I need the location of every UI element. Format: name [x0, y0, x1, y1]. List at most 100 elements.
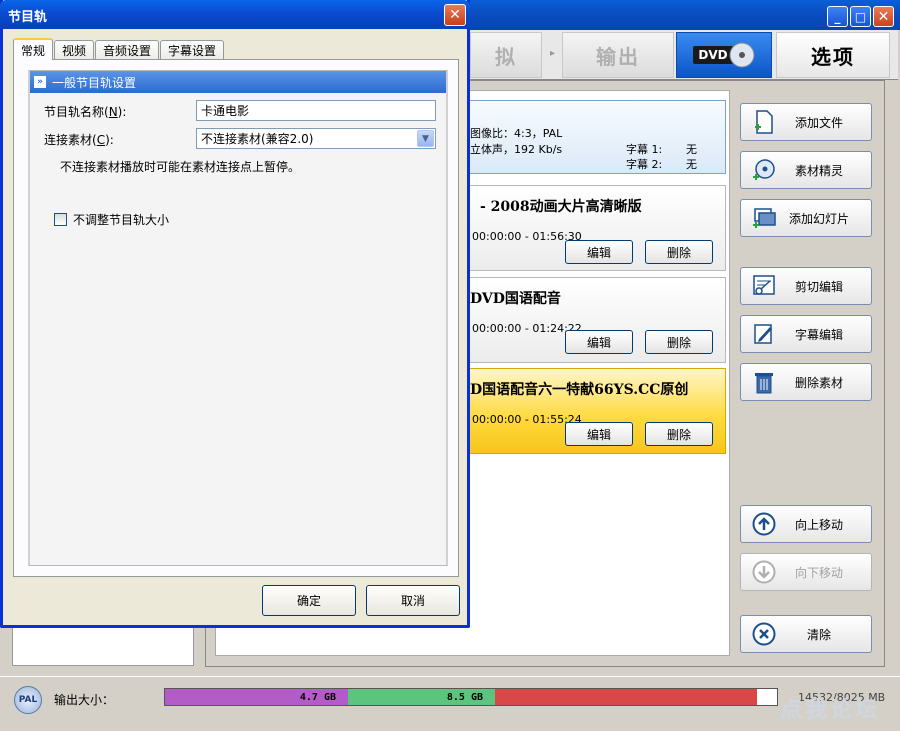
move-up-button[interactable]: 向上移动 — [740, 505, 872, 543]
connect-label-key: C — [96, 133, 106, 147]
aspect-info: 图像比：4:3，PAL — [470, 127, 563, 140]
subtitle1-label: 字幕 1: — [626, 143, 663, 156]
tab-video[interactable]: 视频 — [54, 40, 95, 60]
cut-edit-label: 剪切编辑 — [794, 279, 843, 294]
dialog-tab-page: » 一般节目轨设置 节目轨名称(N): 卡通电影 连接素材(C): 不连接素材(… — [13, 59, 459, 577]
tab-dvd-label: DVD — [693, 46, 733, 64]
size-segment-1-label: 4.7 GB — [299, 691, 336, 703]
minimize-icon: _ — [834, 9, 841, 24]
connect-material-select[interactable]: 不连接素材(兼容2.0) ▼ — [196, 128, 436, 149]
ok-button[interactable]: 确定 — [262, 585, 356, 616]
dvd-icon: DVD — [693, 42, 755, 68]
delete-material-button[interactable]: 删除素材 — [740, 363, 872, 401]
track-item-selected[interactable]: D国语配音六一特献66YS.CC原创 00:00:00 - 01:55:24 编… — [470, 368, 726, 454]
clear-x-icon — [751, 621, 777, 647]
track-item[interactable]: - 2008动画大片高清晰版 00:00:00 - 01:56:30 编辑 删除 — [470, 185, 726, 271]
connect-label-pre: 连接素材( — [44, 133, 97, 147]
tab-general[interactable]: 常规 — [13, 38, 54, 60]
size-segment-2-label: 8.5 GB — [446, 691, 483, 703]
tab-output-label: 输出 — [596, 44, 640, 69]
pencil-document-icon — [751, 321, 777, 347]
add-file-label: 添加文件 — [794, 115, 843, 130]
track-delete-button[interactable]: 删除 — [645, 422, 713, 446]
subtitle-edit-button[interactable]: 字幕编辑 — [740, 315, 872, 353]
track-edit-button[interactable]: 编辑 — [565, 330, 633, 354]
size-segment-2: 8.5 GB — [348, 689, 495, 705]
no-resize-checkbox-row[interactable]: 不调整节目轨大小 — [54, 211, 169, 228]
material-wizard-label: 素材精灵 — [794, 163, 843, 178]
track-name-input[interactable]: 卡通电影 — [196, 100, 436, 121]
dialog-close-button[interactable]: ✕ — [444, 4, 466, 26]
subtitle-edit-label: 字幕编辑 — [794, 327, 843, 342]
add-file-icon — [751, 109, 777, 135]
minimize-button[interactable]: _ — [827, 6, 848, 27]
slideshow-icon — [751, 205, 777, 231]
close-icon: ✕ — [877, 8, 890, 25]
clear-button[interactable]: 清除 — [740, 615, 872, 653]
connect-label-post: ): — [105, 133, 114, 147]
tab-subtitle-settings[interactable]: 字幕设置 — [160, 40, 225, 60]
close-icon: ✕ — [449, 7, 461, 23]
track-name-label: 节目轨名称(N): — [44, 103, 126, 120]
subtitle1-value: 无 — [686, 143, 697, 156]
chevron-down-icon[interactable]: ▼ — [417, 130, 434, 147]
tab-simulate-label: 拟 — [495, 44, 517, 69]
tab-audio-settings[interactable]: 音频设置 — [95, 40, 160, 60]
track-title: DVD国语配音 — [470, 291, 561, 307]
track-item[interactable]: DVD国语配音 00:00:00 - 01:24:22 编辑 删除 — [470, 277, 726, 363]
tab-simulate[interactable]: 拟 — [470, 32, 542, 78]
track-delete-button[interactable]: 删除 — [645, 240, 713, 264]
add-slideshow-button[interactable]: 添加幻灯片 — [740, 199, 872, 237]
audio-info: 立体声，192 Kb/s — [470, 143, 563, 156]
track-name-label-post: ): — [117, 105, 127, 119]
track-edit-button[interactable]: 编辑 — [565, 422, 633, 446]
tab-options[interactable]: 选项 — [776, 32, 890, 78]
general-settings-group: » 一般节目轨设置 节目轨名称(N): 卡通电影 连接素材(C): 不连接素材(… — [28, 70, 448, 566]
info-box: 图像比：4:3，PAL 立体声，192 Kb/s 字幕 1: 无 字幕 2: 无 — [470, 100, 726, 174]
move-up-label: 向上移动 — [794, 517, 843, 532]
connect-material-label: 连接素材(C): — [44, 131, 114, 148]
disc-icon — [751, 157, 777, 183]
no-resize-checkbox[interactable] — [54, 213, 67, 226]
track-name-label-key: N — [108, 105, 118, 119]
dialog-tabs: 常规 视频 音频设置 字幕设置 — [13, 38, 225, 60]
main-close-button[interactable]: ✕ — [873, 6, 894, 27]
delete-material-label: 删除素材 — [794, 375, 843, 390]
left-list-panel[interactable] — [12, 628, 194, 666]
arrow-right-icon: ▸ — [550, 48, 556, 59]
status-bar: PAL 输出大小： 4.7 GB 8.5 GB 14532/8025 MB — [0, 676, 900, 716]
add-file-button[interactable]: 添加文件 — [740, 103, 872, 141]
scissors-icon — [751, 273, 777, 299]
size-segment-3 — [495, 689, 757, 705]
top-tabs: 拟 ▸ 输出 ▸ DVD 选项 — [470, 30, 898, 80]
cut-edit-button[interactable]: 剪切编辑 — [740, 267, 872, 305]
tab-options-label: 选项 — [811, 44, 855, 69]
dialog-title: 节目轨 — [8, 10, 48, 25]
size-segment-1: 4.7 GB — [165, 689, 348, 705]
dialog-titlebar[interactable]: 节目轨 ✕ — [0, 0, 470, 29]
watermark-text: 点我论坛 — [780, 697, 881, 723]
subtitle2-value: 无 — [686, 158, 697, 171]
arrow-down-icon — [751, 559, 777, 585]
group-header: » 一般节目轨设置 — [30, 71, 446, 93]
output-size-label: 输出大小： — [54, 693, 115, 707]
clear-label: 清除 — [806, 627, 831, 642]
arrow-up-icon — [751, 511, 777, 537]
tab-dvd[interactable]: DVD — [676, 32, 772, 78]
material-wizard-button[interactable]: 素材精灵 — [740, 151, 872, 189]
track-title: - 2008动画大片高清晰版 — [480, 199, 642, 215]
cancel-button[interactable]: 取消 — [366, 585, 460, 616]
move-down-button[interactable]: 向下移动 — [740, 553, 872, 591]
connect-hint-text: 不连接素材播放时可能在素材连接点上暂停。 — [60, 160, 301, 174]
track-delete-button[interactable]: 删除 — [645, 330, 713, 354]
pal-badge[interactable]: PAL — [14, 686, 42, 714]
track-dialog: 节目轨 ✕ 常规 视频 音频设置 字幕设置 » 一般节目轨设置 节目轨名称(N)… — [0, 0, 470, 628]
trash-icon — [751, 369, 777, 395]
connect-material-value: 不连接素材(兼容2.0) — [201, 132, 314, 146]
track-edit-button[interactable]: 编辑 — [565, 240, 633, 264]
maximize-button[interactable]: □ — [850, 6, 871, 27]
collapse-icon[interactable]: » — [34, 76, 46, 88]
tab-output[interactable]: 输出 — [562, 32, 674, 78]
track-name-label-pre: 节目轨名称( — [44, 105, 109, 119]
group-title: 一般节目轨设置 — [52, 75, 137, 90]
